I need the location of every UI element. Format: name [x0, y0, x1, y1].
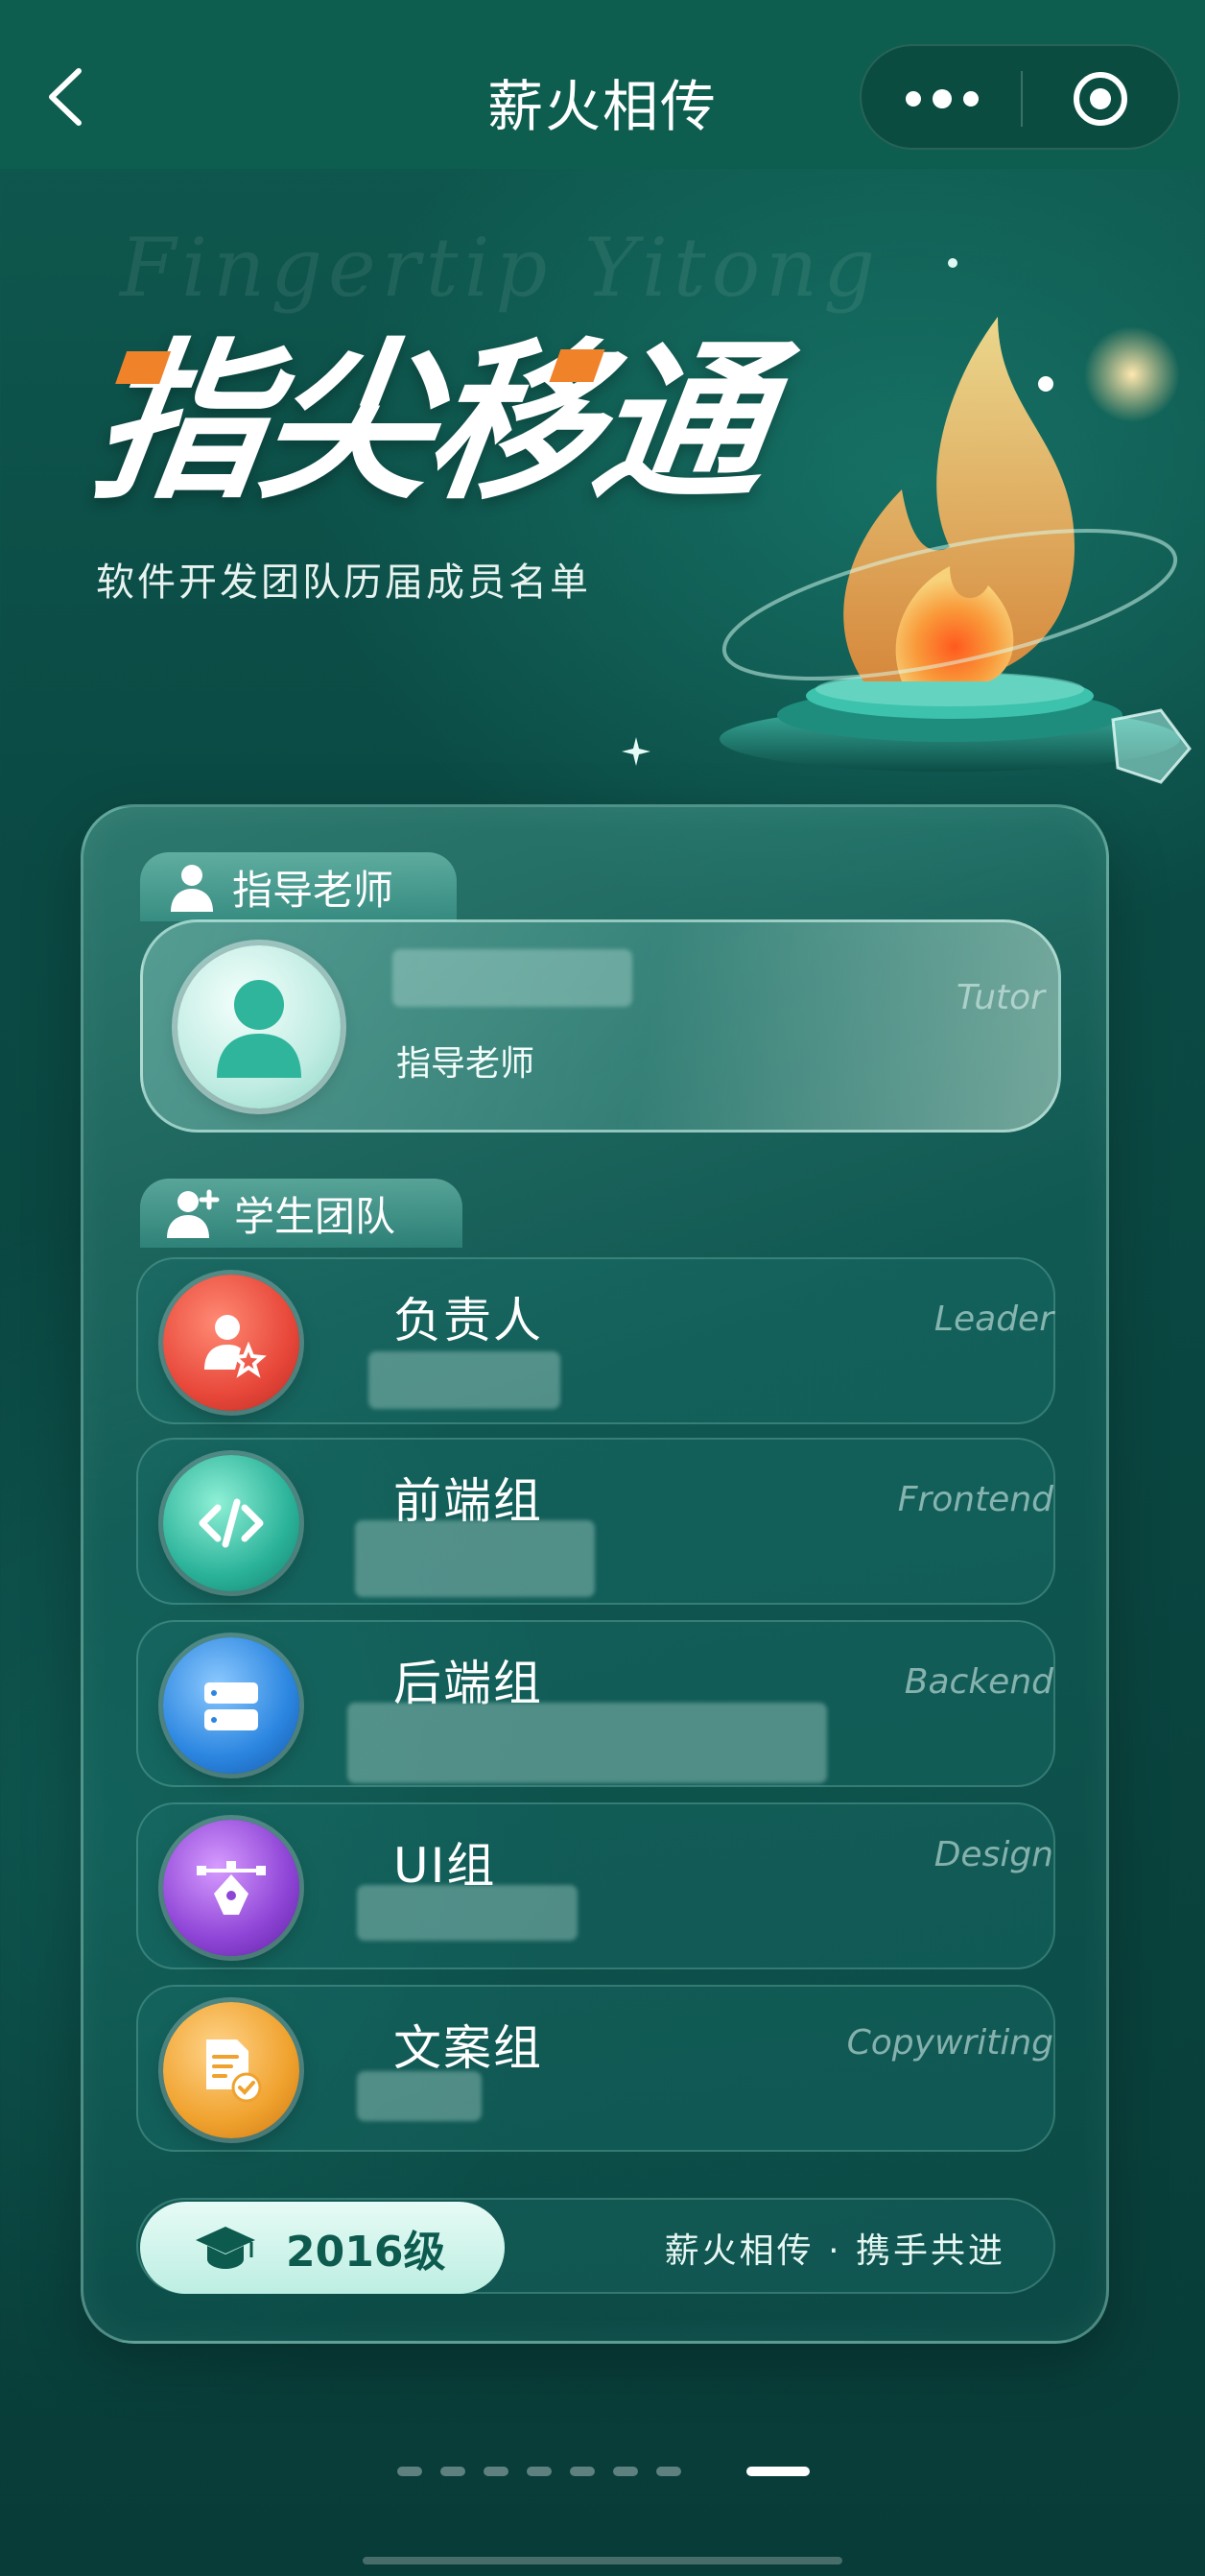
year-label: 2016级 [286, 2228, 446, 2277]
page-dot[interactable] [527, 2467, 552, 2476]
tutor-panel[interactable]: 指导老师 Tutor [140, 919, 1061, 1133]
sparkle-icon [622, 737, 650, 770]
document-check-icon [163, 2002, 299, 2138]
tutor-section-label: 指导老师 [232, 866, 394, 914]
group-tag: Backend [904, 1662, 1053, 1702]
tutor-name-redacted [392, 949, 632, 1007]
tutor-section-tab: 指导老师 [140, 852, 457, 921]
nav-bar: 薪火相传 [0, 0, 1205, 169]
page-dot[interactable] [397, 2467, 422, 2476]
student-section-tab: 学生团队 [140, 1179, 462, 1248]
hero-subtitle: 软件开发团队历届成员名单 [96, 561, 591, 605]
page-dot[interactable] [656, 2467, 681, 2476]
sparkle-icon [945, 255, 960, 274]
group-row-backend[interactable]: 后端组 Backend [136, 1620, 1055, 1787]
members-redacted [355, 1520, 595, 1597]
page-dot[interactable] [613, 2467, 638, 2476]
group-tag: Copywriting [846, 2023, 1053, 2063]
members-redacted [347, 1703, 827, 1783]
student-section-label: 学生团队 [234, 1192, 396, 1240]
year-badge[interactable]: 2016级 [140, 2202, 505, 2294]
person-icon [171, 865, 213, 912]
avatar [177, 945, 341, 1109]
page-dot[interactable] [570, 2467, 595, 2476]
page-dot[interactable] [440, 2467, 465, 2476]
motto: 薪火相传 · 携手共进 [664, 2231, 1005, 2271]
group-tag: Leader [933, 1300, 1053, 1339]
pen-tool-icon [163, 1820, 299, 1956]
group-tag: Design [933, 1835, 1053, 1874]
group-row-leader[interactable]: 负责人 Leader [136, 1257, 1055, 1424]
server-icon [163, 1637, 299, 1774]
capsule-divider [1021, 71, 1023, 127]
card-footer: 2016级 薪火相传 · 携手共进 [136, 2198, 1055, 2294]
group-tag: Frontend [897, 1480, 1053, 1519]
leader-icon [163, 1275, 299, 1411]
members-redacted [357, 1885, 578, 1941]
group-name: 文案组 [393, 2020, 543, 2076]
add-person-icon [167, 1189, 220, 1238]
group-row-design[interactable]: UI组 Design [136, 1802, 1055, 1969]
code-icon [163, 1455, 299, 1591]
graduation-cap-icon [196, 2227, 255, 2269]
members-redacted [357, 2071, 482, 2121]
group-row-copywriting[interactable]: 文案组 Copywriting [136, 1985, 1055, 2152]
mini-program-capsule [860, 44, 1180, 150]
tutor-tag: Tutor [956, 978, 1045, 1017]
group-name: 负责人 [393, 1293, 543, 1348]
flame-trophy-illustration [710, 259, 1205, 854]
home-indicator [363, 2557, 842, 2564]
close-miniprogram-icon[interactable] [1073, 71, 1128, 127]
hero-title: 指尖移通 [82, 323, 778, 522]
members-redacted [368, 1351, 560, 1409]
tutor-role: 指导老师 [396, 1044, 535, 1084]
page-dot[interactable] [484, 2467, 508, 2476]
more-icon[interactable] [904, 88, 981, 109]
page-dot-active[interactable] [746, 2467, 810, 2476]
group-row-frontend[interactable]: 前端组 Frontend [136, 1438, 1055, 1605]
